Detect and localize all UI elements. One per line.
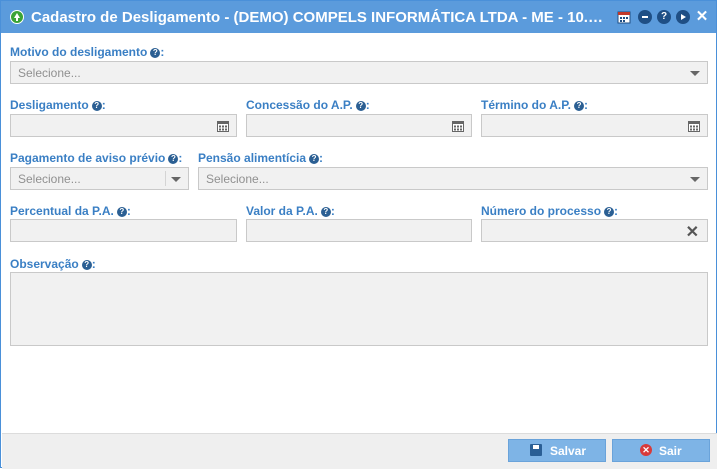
label-colon: : bbox=[178, 151, 183, 165]
help-icon[interactable]: ? bbox=[150, 48, 161, 58]
exit-icon: ✕ bbox=[640, 444, 652, 456]
processo-label-text: Número do processo bbox=[481, 204, 602, 218]
concessao-label: Concessão do A.P.?: bbox=[246, 98, 370, 112]
calendar-icon[interactable] bbox=[617, 10, 631, 24]
save-button-label: Salvar bbox=[550, 444, 587, 458]
desligamento-date-input[interactable] bbox=[10, 114, 237, 137]
percentual-label: Percentual da P.A.?: bbox=[10, 204, 131, 218]
exit-button[interactable]: ✕ Sair bbox=[612, 439, 710, 462]
help-icon[interactable]: ? bbox=[355, 101, 366, 111]
help-icon[interactable]: ? bbox=[91, 101, 102, 111]
help-icon[interactable]: ? bbox=[574, 101, 585, 111]
aviso-select[interactable]: Selecione... bbox=[10, 167, 189, 190]
observacao-textarea[interactable] bbox=[10, 272, 708, 346]
aviso-label: Pagamento de aviso prévio?: bbox=[10, 151, 182, 165]
help-icon[interactable]: ? bbox=[116, 207, 127, 217]
close-button[interactable]: ✕ bbox=[695, 9, 709, 24]
help-icon[interactable]: ? bbox=[81, 260, 92, 270]
title-bar[interactable]: Cadastro de Desligamento - (DEMO) COMPEL… bbox=[1, 1, 716, 33]
save-button[interactable]: Salvar bbox=[508, 439, 606, 462]
help-icon[interactable]: ? bbox=[604, 207, 615, 217]
pensao-placeholder: Selecione... bbox=[206, 172, 269, 186]
label-colon: : bbox=[319, 151, 324, 165]
pensao-select[interactable]: Selecione... bbox=[198, 167, 708, 190]
footer-bar bbox=[2, 433, 717, 469]
chevron-down-icon[interactable] bbox=[690, 71, 700, 76]
motivo-placeholder: Selecione... bbox=[18, 66, 81, 80]
help-button[interactable]: ? bbox=[657, 10, 671, 24]
label-colon: : bbox=[91, 257, 96, 271]
concessao-date-input[interactable] bbox=[246, 114, 472, 137]
valor-label-text: Valor da P.A. bbox=[246, 204, 318, 218]
label-colon: : bbox=[365, 98, 370, 112]
next-button[interactable] bbox=[676, 10, 690, 24]
percentual-label-text: Percentual da P.A. bbox=[10, 204, 114, 218]
help-icon[interactable]: ? bbox=[309, 154, 320, 164]
desligamento-label: Desligamento?: bbox=[10, 98, 106, 112]
label-colon: : bbox=[330, 204, 335, 218]
processo-label: Número do processo?: bbox=[481, 204, 618, 218]
label-colon: : bbox=[614, 204, 619, 218]
desligamento-label-text: Desligamento bbox=[10, 98, 89, 112]
help-icon[interactable]: ? bbox=[168, 154, 179, 164]
window-title: Cadastro de Desligamento - (DEMO) COMPEL… bbox=[31, 9, 609, 26]
termino-date-input[interactable] bbox=[481, 114, 708, 137]
valor-input[interactable] bbox=[246, 219, 472, 242]
label-colon: : bbox=[126, 204, 131, 218]
valor-label: Valor da P.A.?: bbox=[246, 204, 335, 218]
chevron-down-icon[interactable] bbox=[690, 177, 700, 182]
dialog-window: Cadastro de Desligamento - (DEMO) COMPEL… bbox=[0, 0, 717, 469]
termino-label-text: Término do A.P. bbox=[481, 98, 572, 112]
minimize-button[interactable] bbox=[638, 10, 652, 24]
observacao-label: Observação?: bbox=[10, 257, 96, 271]
processo-input[interactable]: ✕ bbox=[481, 219, 708, 242]
concessao-label-text: Concessão do A.P. bbox=[246, 98, 353, 112]
floppy-disk-icon bbox=[530, 444, 542, 456]
pensao-label-text: Pensão alimentícia bbox=[198, 151, 307, 165]
motivo-label-text: Motivo do desligamento bbox=[10, 45, 148, 59]
motivo-label: Motivo do desligamento?: bbox=[10, 45, 164, 59]
chevron-down-icon[interactable] bbox=[171, 177, 181, 182]
observacao-label-text: Observação bbox=[10, 257, 79, 271]
calendar-icon[interactable] bbox=[452, 120, 464, 132]
calendar-icon[interactable] bbox=[217, 120, 229, 132]
termino-label: Término do A.P.?: bbox=[481, 98, 588, 112]
exit-button-label: Sair bbox=[659, 444, 682, 458]
add-circle-icon bbox=[10, 10, 24, 24]
clear-icon[interactable]: ✕ bbox=[686, 222, 699, 242]
percentual-input[interactable] bbox=[10, 219, 237, 242]
label-colon: : bbox=[160, 45, 165, 59]
aviso-placeholder: Selecione... bbox=[18, 172, 81, 186]
help-icon[interactable]: ? bbox=[320, 207, 331, 217]
aviso-label-text: Pagamento de aviso prévio bbox=[10, 151, 166, 165]
pensao-label: Pensão alimentícia?: bbox=[198, 151, 323, 165]
motivo-select[interactable]: Selecione... bbox=[10, 61, 708, 84]
label-colon: : bbox=[584, 98, 589, 112]
label-colon: : bbox=[101, 98, 106, 112]
calendar-icon[interactable] bbox=[688, 120, 700, 132]
select-divider bbox=[165, 171, 166, 186]
